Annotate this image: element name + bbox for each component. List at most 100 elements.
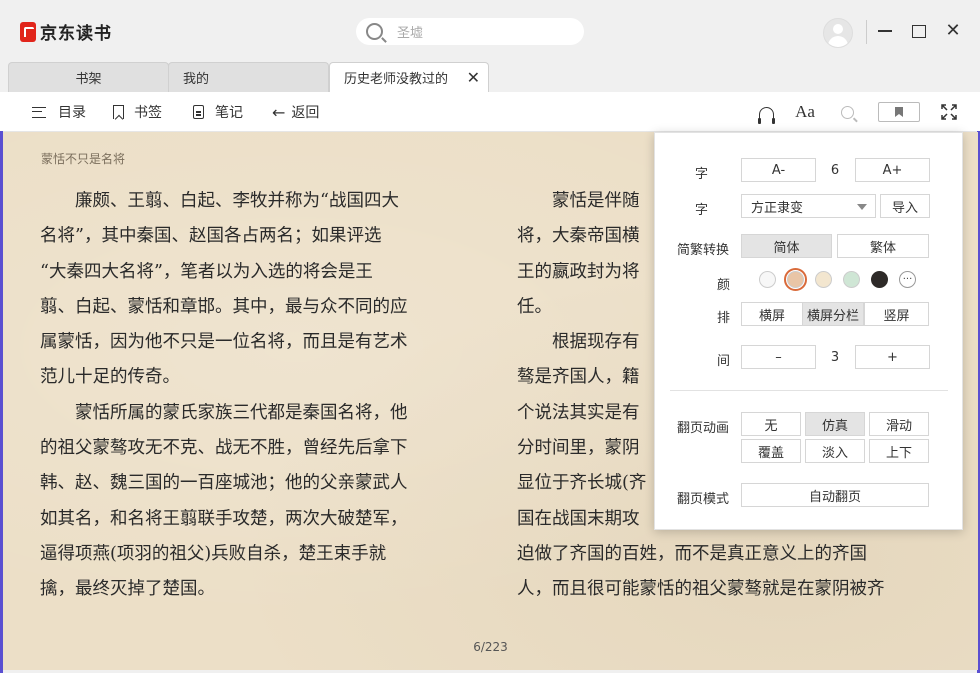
font-face-select[interactable]: 方正隶变 — [741, 194, 876, 218]
listen-button[interactable] — [754, 101, 778, 124]
tab-label: 书架 — [75, 72, 102, 87]
search-input[interactable]: 圣墟 — [397, 22, 423, 41]
bookmarks-label: 书签 — [134, 105, 162, 121]
headphones-icon — [757, 106, 775, 124]
note-icon — [193, 105, 204, 119]
import-font-button[interactable]: 导入 — [880, 194, 930, 218]
layout-columns-button[interactable]: 横屏分栏 — [802, 302, 864, 326]
text-line: 迫做了齐国的百姓，而不是真正意义上的齐国 — [517, 543, 867, 564]
text-line: 廉颇、王翦、白起、李牧并称为“战国四大 — [40, 191, 399, 211]
font-settings-button[interactable]: Aa — [793, 101, 817, 123]
bookmarks-button[interactable]: 书签 — [113, 102, 162, 122]
font-size-icon: Aa — [795, 102, 815, 121]
color-swatch-parchment[interactable] — [784, 268, 807, 291]
reading-settings-panel: 字 A- 6 A+ 字 方正隶变 导入 简繁转换 简体 繁体 颜 ··· 排 横… — [654, 132, 963, 530]
tab-mine[interactable]: 我的 — [168, 62, 329, 92]
reader-toolbar: 目录 书签 笔记 ← 返回 Aa — [0, 92, 980, 132]
font-decrease-button[interactable]: A- — [741, 158, 816, 182]
text-line: “大秦四大名将”，笔者以为入选的将会是王 — [40, 261, 373, 282]
text-line: 名将”，其中秦国、赵国各占两名；如果评选 — [40, 226, 382, 247]
tab-close-icon[interactable]: ✕ — [467, 68, 480, 87]
font-face-label: 字 — [695, 203, 709, 218]
font-size-value: 6 — [830, 163, 840, 178]
anim-updown-button[interactable]: 上下 — [869, 439, 929, 463]
page-anim-label: 翻页动画 — [677, 421, 730, 436]
simplified-button[interactable]: 简体 — [741, 234, 832, 258]
spacing-decrease-button[interactable]: – — [741, 345, 816, 369]
bookmark-icon — [113, 105, 124, 119]
back-label: 返回 — [291, 105, 320, 121]
layout-label: 排 — [717, 311, 731, 326]
anim-none-button[interactable]: 无 — [741, 412, 801, 436]
app-logo: 京东读书 — [20, 19, 112, 44]
text-line: 人，而且很可能蒙恬的祖父蒙骜就是在蒙阴被齐 — [517, 579, 885, 600]
color-label: 颜 — [717, 278, 731, 293]
spacing-value: 3 — [830, 350, 840, 365]
search-box[interactable]: 圣墟 — [356, 18, 584, 45]
notes-label: 笔记 — [215, 105, 243, 121]
toc-label: 目录 — [58, 105, 86, 121]
minimize-button[interactable] — [874, 20, 896, 42]
bookmark-flag-icon — [878, 102, 920, 122]
text-line: 属蒙恬，因为他不只是一位名将，而且是有艺术 — [40, 332, 408, 353]
anim-slide-button[interactable]: 滑动 — [869, 412, 929, 436]
close-button[interactable]: ✕ — [942, 20, 964, 42]
notes-button[interactable]: 笔记 — [193, 102, 243, 122]
spacing-label: 间 — [717, 354, 731, 369]
font-face-value: 方正隶变 — [751, 200, 804, 216]
arrow-left-icon: ← — [272, 102, 286, 122]
layout-horizontal-button[interactable]: 横屏 — [741, 302, 803, 326]
title-divider — [866, 20, 867, 44]
text-line: 韩、赵、魏三国的一百座城池；他的父亲蒙武人 — [40, 473, 408, 494]
reader-window: 京东读书 圣墟 ✕ 书架 我的 历史老师没教过的 ✕ 目录 书签 笔记 ← 返回… — [0, 0, 980, 673]
font-increase-button[interactable]: A+ — [855, 158, 930, 182]
fullscreen-button[interactable] — [937, 101, 961, 123]
text-line: 逼得项燕(项羽的祖父)兵败自杀，楚王束手就 — [40, 543, 387, 564]
spacing-increase-button[interactable]: + — [855, 345, 930, 369]
color-swatch-dark[interactable] — [871, 271, 888, 288]
font-size-label: 字 — [695, 167, 709, 182]
color-swatch-cream[interactable] — [815, 271, 832, 288]
search-icon — [366, 23, 383, 40]
add-bookmark-button[interactable] — [878, 101, 920, 123]
text-line: 蒙恬所属的蒙氏家族三代都是秦国名将，他 — [40, 402, 408, 423]
anim-cover-button[interactable]: 覆盖 — [741, 439, 801, 463]
chevron-down-icon — [857, 204, 867, 210]
close-icon: ✕ — [945, 20, 961, 41]
traditional-button[interactable]: 繁体 — [837, 234, 929, 258]
tab-bookshelf[interactable]: 书架 — [8, 62, 169, 92]
tab-label: 我的 — [183, 72, 210, 87]
user-avatar[interactable] — [823, 18, 853, 48]
anim-simulate-button[interactable]: 仿真 — [805, 412, 865, 436]
back-button[interactable]: ← 返回 — [272, 102, 319, 122]
more-colors-button[interactable]: ··· — [899, 271, 916, 288]
maximize-icon — [912, 24, 926, 38]
text-line: 翦、白起、蒙恬和章邯。其中，最与众不同的应 — [40, 296, 408, 317]
auto-page-button[interactable]: 自动翻页 — [741, 483, 929, 507]
tab-current-book[interactable]: 历史老师没教过的 ✕ — [329, 62, 489, 92]
color-swatch-white[interactable] — [759, 271, 776, 288]
page-indicator: 6/223 — [473, 640, 508, 654]
find-button[interactable] — [835, 101, 859, 123]
text-column-left: 廉颇、王翦、白起、李牧并称为“战国四大 名将”，其中秦国、赵国各占两名；如果评选… — [40, 184, 470, 608]
list-icon — [32, 106, 46, 118]
page-mode-label: 翻页模式 — [677, 492, 730, 507]
conversion-label: 简繁转换 — [677, 243, 730, 258]
running-head: 蒙恬不只是名将 — [41, 152, 126, 166]
layout-vertical-button[interactable]: 竖屏 — [864, 302, 929, 326]
text-line: 擒，最终灭掉了楚国。 — [40, 579, 215, 600]
section-divider — [670, 390, 948, 391]
anim-fade-button[interactable]: 淡入 — [805, 439, 865, 463]
search-icon — [840, 105, 854, 119]
app-logo-text: 京东读书 — [40, 24, 112, 44]
minimize-icon — [878, 30, 892, 32]
title-bar: 京东读书 圣墟 ✕ — [0, 0, 980, 62]
color-swatch-green[interactable] — [843, 271, 860, 288]
toc-button[interactable]: 目录 — [32, 102, 86, 122]
maximize-button[interactable] — [908, 20, 930, 42]
text-line: 的祖父蒙骜攻无不克、战无不胜，曾经先后拿下 — [40, 438, 408, 459]
jd-read-logo-icon — [20, 21, 36, 42]
tab-bar: 书架 我的 历史老师没教过的 ✕ — [0, 62, 980, 92]
tab-label: 历史老师没教过的 — [344, 72, 449, 87]
fullscreen-icon — [941, 104, 957, 120]
